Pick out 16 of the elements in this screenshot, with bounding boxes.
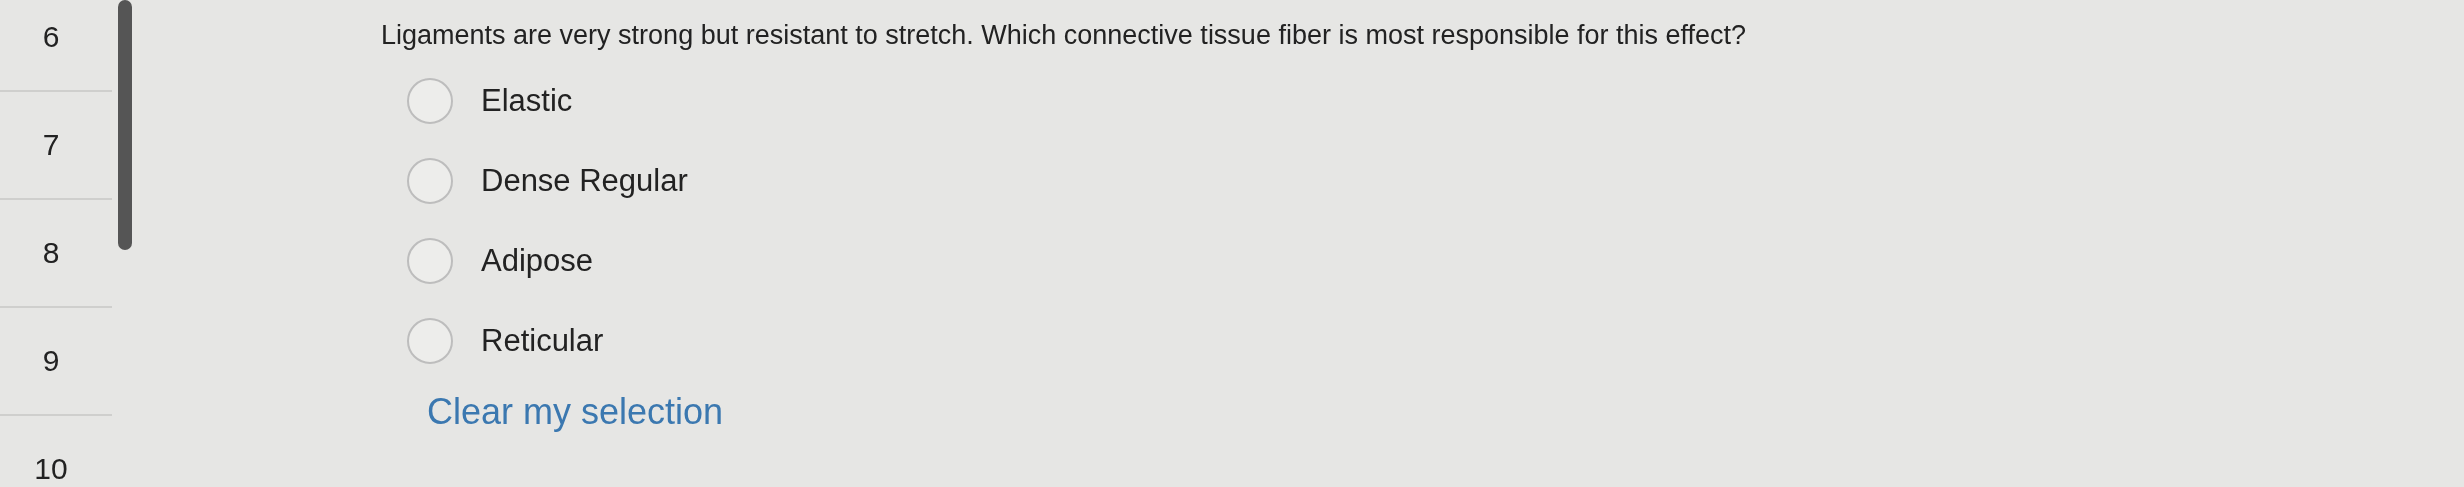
option-label[interactable]: Reticular: [481, 323, 604, 359]
question-text: Ligaments are very strong but resistant to stretch. Which connective tissue fiber is most responsible for this effect?: [381, 20, 1747, 51]
radio-button[interactable]: [407, 78, 453, 124]
scrollbar-thumb[interactable]: [118, 0, 132, 250]
option-label[interactable]: Dense Regular: [481, 163, 688, 199]
question-nav-item[interactable]: 10: [0, 416, 112, 487]
question-nav-item[interactable]: 7: [0, 92, 112, 200]
question-nav-item[interactable]: 6: [0, 0, 112, 92]
radio-button[interactable]: [407, 158, 453, 204]
clear-selection-link[interactable]: Clear my selection: [427, 391, 724, 433]
radio-button[interactable]: [407, 238, 453, 284]
option-label[interactable]: Elastic: [481, 83, 573, 119]
radio-button[interactable]: [407, 318, 453, 364]
option-label[interactable]: Adipose: [481, 243, 594, 279]
question-nav-item[interactable]: 8: [0, 200, 112, 308]
question-nav-item[interactable]: 9: [0, 308, 112, 416]
